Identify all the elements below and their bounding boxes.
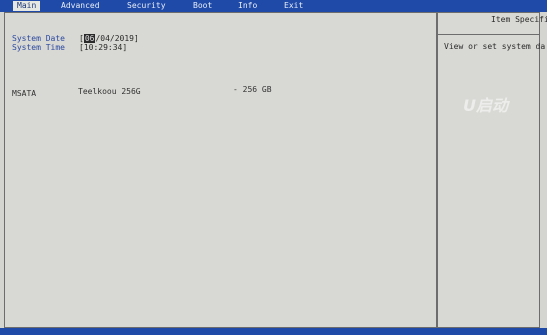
system-time-field[interactable]: [10:29:34]	[79, 43, 127, 53]
help-title: Item Specific	[491, 15, 547, 24]
system-date-rest: /04/2019]	[95, 34, 139, 43]
tab-boot[interactable]: Boot	[193, 1, 212, 11]
msata-model: Teelkoou 256G	[78, 87, 141, 96]
status-bar	[0, 328, 547, 335]
msata-size: - 256 GB	[233, 85, 272, 94]
tab-info[interactable]: Info	[238, 1, 257, 11]
panel-divider	[436, 13, 438, 327]
tab-advanced[interactable]: Advanced	[61, 1, 100, 11]
help-text: View or set system da	[444, 42, 546, 51]
tab-main[interactable]: Main	[13, 1, 41, 11]
menu-bar: Main Advanced Security Boot Info Exit	[0, 0, 547, 12]
system-time-label: System Time	[12, 43, 65, 52]
system-date-month[interactable]: 06	[83, 34, 96, 43]
help-divider	[438, 34, 540, 35]
tab-security[interactable]: Security	[127, 1, 166, 11]
tab-exit[interactable]: Exit	[284, 1, 303, 11]
watermark-logo: U启动	[463, 96, 508, 115]
main-panel: System Date [06/04/2019] System Time [10…	[4, 12, 547, 328]
msata-label: MSATA	[12, 89, 37, 98]
